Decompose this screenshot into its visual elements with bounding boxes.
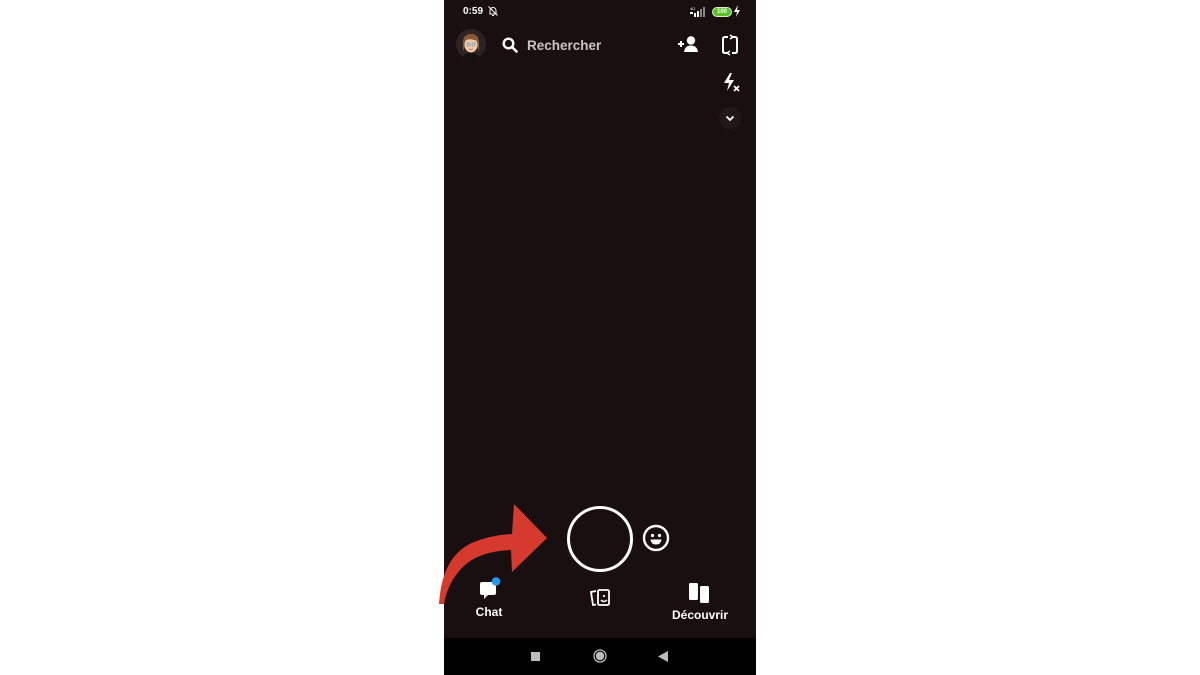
add-friend-icon[interactable] <box>677 35 699 53</box>
status-time: 0:59 <box>463 6 484 17</box>
top-bar: Rechercher <box>444 28 756 62</box>
charging-icon <box>734 5 740 17</box>
red-curved-arrow-annotation <box>439 504 547 604</box>
avatar-face-icon <box>462 34 480 59</box>
search-placeholder: Rechercher <box>527 37 602 53</box>
more-tools-button[interactable] <box>719 107 741 129</box>
bell-off-icon <box>488 6 498 16</box>
back-button[interactable] <box>658 651 668 662</box>
nav-stories[interactable] <box>585 587 615 609</box>
stories-icon <box>589 589 610 607</box>
flip-camera-icon[interactable] <box>721 34 739 56</box>
status-bar: 0:59 4G 100 <box>444 0 756 24</box>
smiley-lens-icon[interactable] <box>642 524 670 552</box>
bitmoji-avatar[interactable] <box>456 29 486 59</box>
capture-button[interactable] <box>567 506 633 572</box>
battery-indicator: 100 <box>712 7 732 17</box>
search-icon <box>502 37 518 53</box>
discover-icon <box>689 583 709 603</box>
system-navigation-bar <box>444 638 756 675</box>
flash-off-icon[interactable] <box>721 72 741 94</box>
signal-icon: 4G <box>690 6 705 17</box>
nav-discover-label: Découvrir <box>671 608 729 622</box>
nav-discover[interactable]: Découvrir <box>660 582 740 622</box>
home-button[interactable] <box>593 649 607 663</box>
svg-text:4G: 4G <box>690 6 695 11</box>
recent-apps-button[interactable] <box>531 652 540 661</box>
chevron-down-icon <box>725 115 735 121</box>
search-bar[interactable]: Rechercher <box>502 34 601 56</box>
